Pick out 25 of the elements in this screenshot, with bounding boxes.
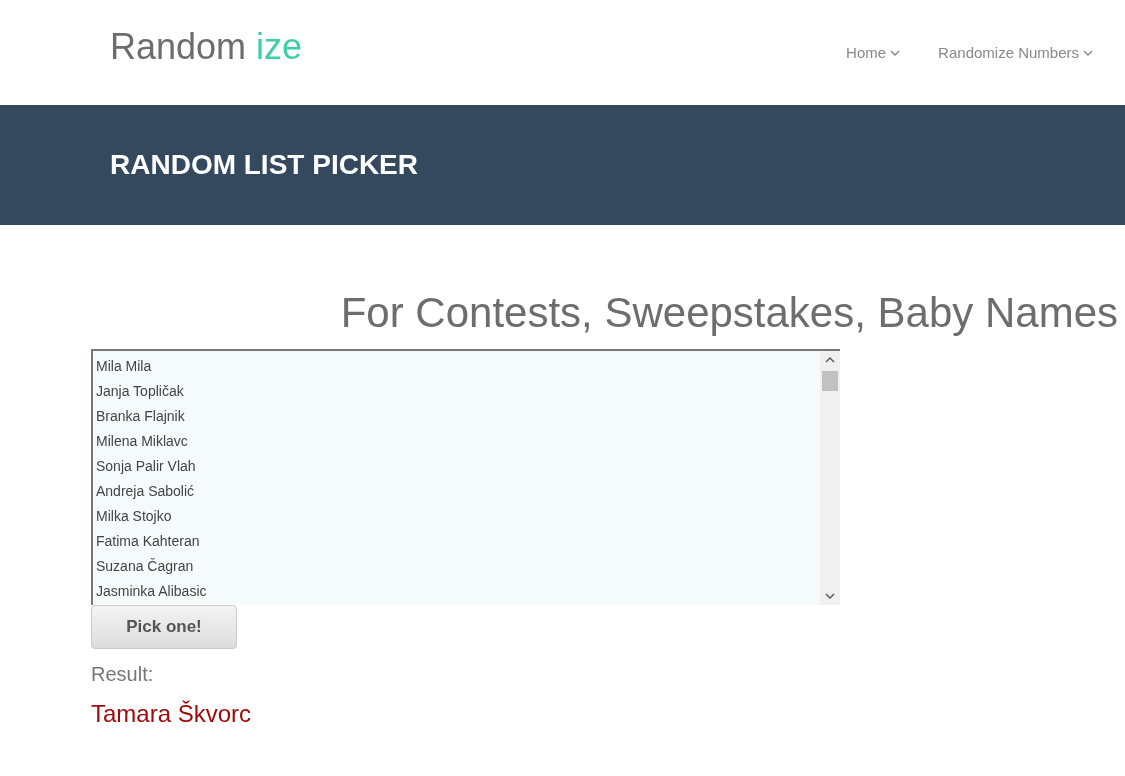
list-entry: Andreja Sabolić	[96, 482, 196, 501]
list-entry: Fatima Kahteran	[96, 532, 201, 551]
scrollbar-thumb[interactable]	[822, 371, 838, 391]
scrollbar[interactable]	[820, 351, 840, 605]
list-field[interactable]: Mila Mila Janja Topličak Branka Flajnik Milena Miklavc Sonja Palir Vlah Andreja Sabolić Milka Stojko Fatima Kahteran Suzana Čagran Jasminka Alibasic	[91, 349, 840, 605]
list-entry: Milka Stojko	[96, 507, 173, 526]
site-logo[interactable]: Random ize	[110, 25, 303, 68]
list-entry: Janja Topličak	[96, 382, 185, 401]
list-entry: Sonja Palir Vlah	[96, 457, 197, 476]
nav-link[interactable]: Randomize Numbers	[938, 44, 1093, 61]
page-title: RANDOM LIST PICKER	[110, 149, 418, 181]
chevron-down-icon	[890, 49, 901, 56]
scroll-down-icon[interactable]	[825, 593, 835, 599]
list-entry: Jasminka Alibasic	[96, 582, 208, 601]
list-entry: Suzana Čagran	[96, 557, 195, 576]
chevron-down-icon	[1083, 49, 1093, 56]
pick-button[interactable]: Pick one!	[91, 605, 237, 649]
result-label: Result:	[91, 663, 155, 686]
list-entry: Milena Miklavc	[96, 432, 189, 451]
result-text: Tamara Škvorc	[91, 700, 253, 728]
list-entry: Mila Mila	[96, 357, 153, 376]
section-heading: For Contests, Sweepstakes, Baby Names	[339, 289, 1118, 337]
scroll-up-icon[interactable]	[825, 357, 835, 363]
list-entry: Branka Flajnik	[96, 407, 186, 426]
nav-link[interactable]: Home	[846, 44, 901, 61]
